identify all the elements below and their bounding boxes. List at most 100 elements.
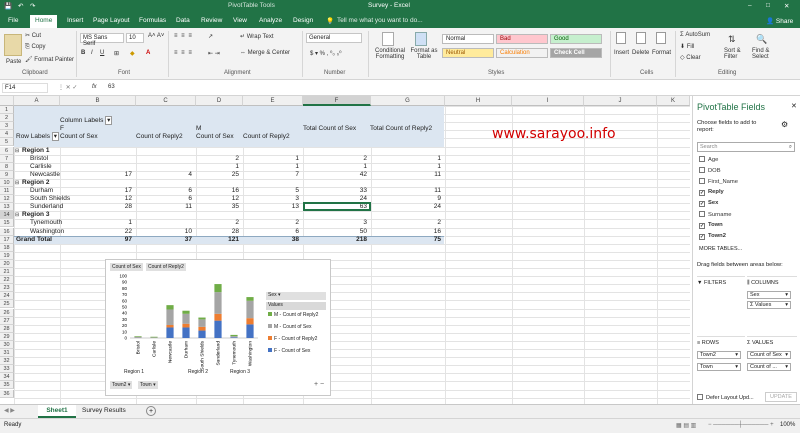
tab-formulas[interactable]: Formulas xyxy=(139,17,166,24)
columns-area[interactable]: ⫼ COLUMNS Sex ▾ Σ Values ▾ xyxy=(747,276,797,334)
tab-view[interactable]: View xyxy=(233,17,247,24)
pivot-value[interactable]: 75 xyxy=(371,236,441,244)
row-header[interactable]: 14 xyxy=(0,211,14,220)
panel-close-icon[interactable]: ✕ xyxy=(791,102,797,110)
row-header[interactable]: 13 xyxy=(0,203,14,212)
pivot-value[interactable]: 11 xyxy=(371,171,441,179)
indent-icons[interactable]: ⇤ ⇥ xyxy=(208,50,220,57)
grow-font-icon[interactable]: A˄ A˅ xyxy=(148,33,164,39)
wrap-text-button[interactable]: ↵ Wrap Text xyxy=(240,33,274,40)
field-item[interactable]: ✓ Reply xyxy=(699,189,724,196)
pivot-value[interactable]: 50 xyxy=(303,228,367,236)
field-item[interactable]: ✓ Town xyxy=(699,222,723,229)
pivot-value[interactable]: 1 xyxy=(60,219,132,227)
pivot-row-label[interactable]: Region 3 xyxy=(22,211,49,219)
rows-item-town[interactable]: Town ▾ xyxy=(697,363,741,371)
zoom-level[interactable]: 100% xyxy=(780,422,795,428)
autosum-button[interactable]: Σ AutoSum xyxy=(680,32,710,38)
pivot-value[interactable]: 1 xyxy=(303,163,367,171)
undo-icon[interactable]: ↶ xyxy=(18,2,23,10)
pivot-value[interactable]: 6 xyxy=(136,195,192,203)
font-color-icon[interactable]: A xyxy=(146,50,150,56)
selected-cell-f14[interactable] xyxy=(303,202,371,211)
row-header[interactable]: 23 xyxy=(0,284,14,293)
number-format-select[interactable]: General xyxy=(306,33,362,43)
zoom-buttons[interactable]: + − xyxy=(314,381,324,388)
row-header[interactable]: 5 xyxy=(0,138,14,147)
row-header[interactable]: 17 xyxy=(0,235,14,244)
row-header[interactable]: 1 xyxy=(0,106,14,115)
columns-item-values[interactable]: Σ Values ▾ xyxy=(747,301,791,309)
align-left-icons[interactable]: ≡ ≡ ≡ xyxy=(174,50,193,56)
row-header[interactable]: 19 xyxy=(0,251,14,260)
delete-button[interactable]: Delete xyxy=(632,50,649,56)
values-area[interactable]: Σ VALUES Count of Sex ▾ Count of ... ▾ xyxy=(747,336,797,392)
row-header[interactable]: 9 xyxy=(0,170,14,179)
sheet-nav-arrows[interactable]: ◀ ▶ xyxy=(4,407,15,414)
values-item-count-sex[interactable]: Count of Sex ▾ xyxy=(747,351,791,359)
row-header[interactable]: 22 xyxy=(0,276,14,285)
italic-button[interactable]: I xyxy=(91,50,93,56)
column-header-d[interactable]: D xyxy=(196,96,243,106)
pivot-value[interactable]: 12 xyxy=(196,195,239,203)
row-header[interactable]: 20 xyxy=(0,259,14,268)
field-item[interactable]: Age xyxy=(699,156,718,163)
collapse-icon[interactable]: ⊟ xyxy=(15,211,19,219)
row-header[interactable]: 30 xyxy=(0,340,14,349)
pivot-value[interactable]: 2 xyxy=(371,219,441,227)
row-header[interactable]: 34 xyxy=(0,373,14,382)
pivot-row-label[interactable]: Region 2 xyxy=(22,179,49,187)
row-header[interactable]: 29 xyxy=(0,332,14,341)
fill-button[interactable]: ⬇ Fill xyxy=(680,43,694,50)
field-item[interactable]: ✓ Sex xyxy=(699,200,718,207)
maximize-button[interactable]: □ xyxy=(766,2,770,9)
insert-button[interactable]: Insert xyxy=(614,50,629,56)
pivot-value[interactable]: 22 xyxy=(60,228,132,236)
more-tables-link[interactable]: MORE TABLES... xyxy=(699,246,742,252)
row-header[interactable]: 28 xyxy=(0,324,14,333)
merge-center-button[interactable]: ⇔ Merge & Center xyxy=(240,50,290,56)
axis-button-town[interactable]: Town ▾ xyxy=(138,381,158,389)
redo-icon[interactable]: ↷ xyxy=(30,2,35,10)
pivot-value[interactable]: 1 xyxy=(243,163,299,171)
chart-button-count-sex[interactable]: Count of Sex xyxy=(110,263,143,271)
row-header[interactable]: 7 xyxy=(0,154,14,163)
row-header[interactable]: 35 xyxy=(0,381,14,390)
fill-color-icon[interactable]: ◆ xyxy=(130,50,135,57)
pivot-value[interactable]: 16 xyxy=(371,228,441,236)
pivot-value[interactable]: 11 xyxy=(136,203,192,211)
pivot-value[interactable]: 1 xyxy=(243,155,299,163)
paste-button[interactable]: Paste xyxy=(6,59,21,65)
borders-icon[interactable]: ⊞ xyxy=(114,50,119,57)
pivot-value[interactable]: 9 xyxy=(371,195,441,203)
cut-button[interactable]: ✂ Cut xyxy=(25,32,41,39)
pivot-value[interactable]: 1 xyxy=(196,163,239,171)
pivot-value[interactable]: 1 xyxy=(371,155,441,163)
sheet-tab-survey-results[interactable]: Survey Results xyxy=(82,407,126,414)
row-header[interactable]: 3 xyxy=(0,122,14,131)
column-header-e[interactable]: E xyxy=(243,96,303,106)
checkbox-icon[interactable] xyxy=(699,167,705,173)
format-button[interactable]: Format xyxy=(652,50,671,56)
pivot-value[interactable]: 24 xyxy=(371,203,441,211)
field-item[interactable]: First_Name xyxy=(699,178,738,185)
tab-insert[interactable]: Insert xyxy=(67,17,83,24)
row-header[interactable]: 27 xyxy=(0,316,14,325)
style-neutral[interactable]: Neutral xyxy=(442,48,494,58)
style-calculation[interactable]: Calculation xyxy=(496,48,548,58)
column-header-f[interactable]: F xyxy=(303,96,371,106)
filters-area[interactable]: ▼ FILTERS xyxy=(697,276,745,334)
bold-button[interactable]: B xyxy=(81,50,85,56)
pivot-value[interactable]: 10 xyxy=(136,228,192,236)
pivot-value[interactable]: 5 xyxy=(243,187,299,195)
pivot-value[interactable]: 28 xyxy=(196,228,239,236)
row-header[interactable]: 6 xyxy=(0,146,14,155)
spreadsheet-grid[interactable]: ABCDEFGHIJK 1 2 3 4 5 6 7 8 9 10 11 12 13 14 15 16 17 18 1… xyxy=(0,96,690,404)
row-header[interactable]: 31 xyxy=(0,349,14,358)
tab-home[interactable]: Home xyxy=(30,15,58,28)
pivot-value[interactable]: 2 xyxy=(243,219,299,227)
underline-button[interactable]: U xyxy=(100,50,104,56)
pivot-value[interactable]: 218 xyxy=(303,236,367,244)
sort-filter-button[interactable]: Sort & Filter xyxy=(724,48,746,60)
row-header[interactable]: 11 xyxy=(0,187,14,196)
